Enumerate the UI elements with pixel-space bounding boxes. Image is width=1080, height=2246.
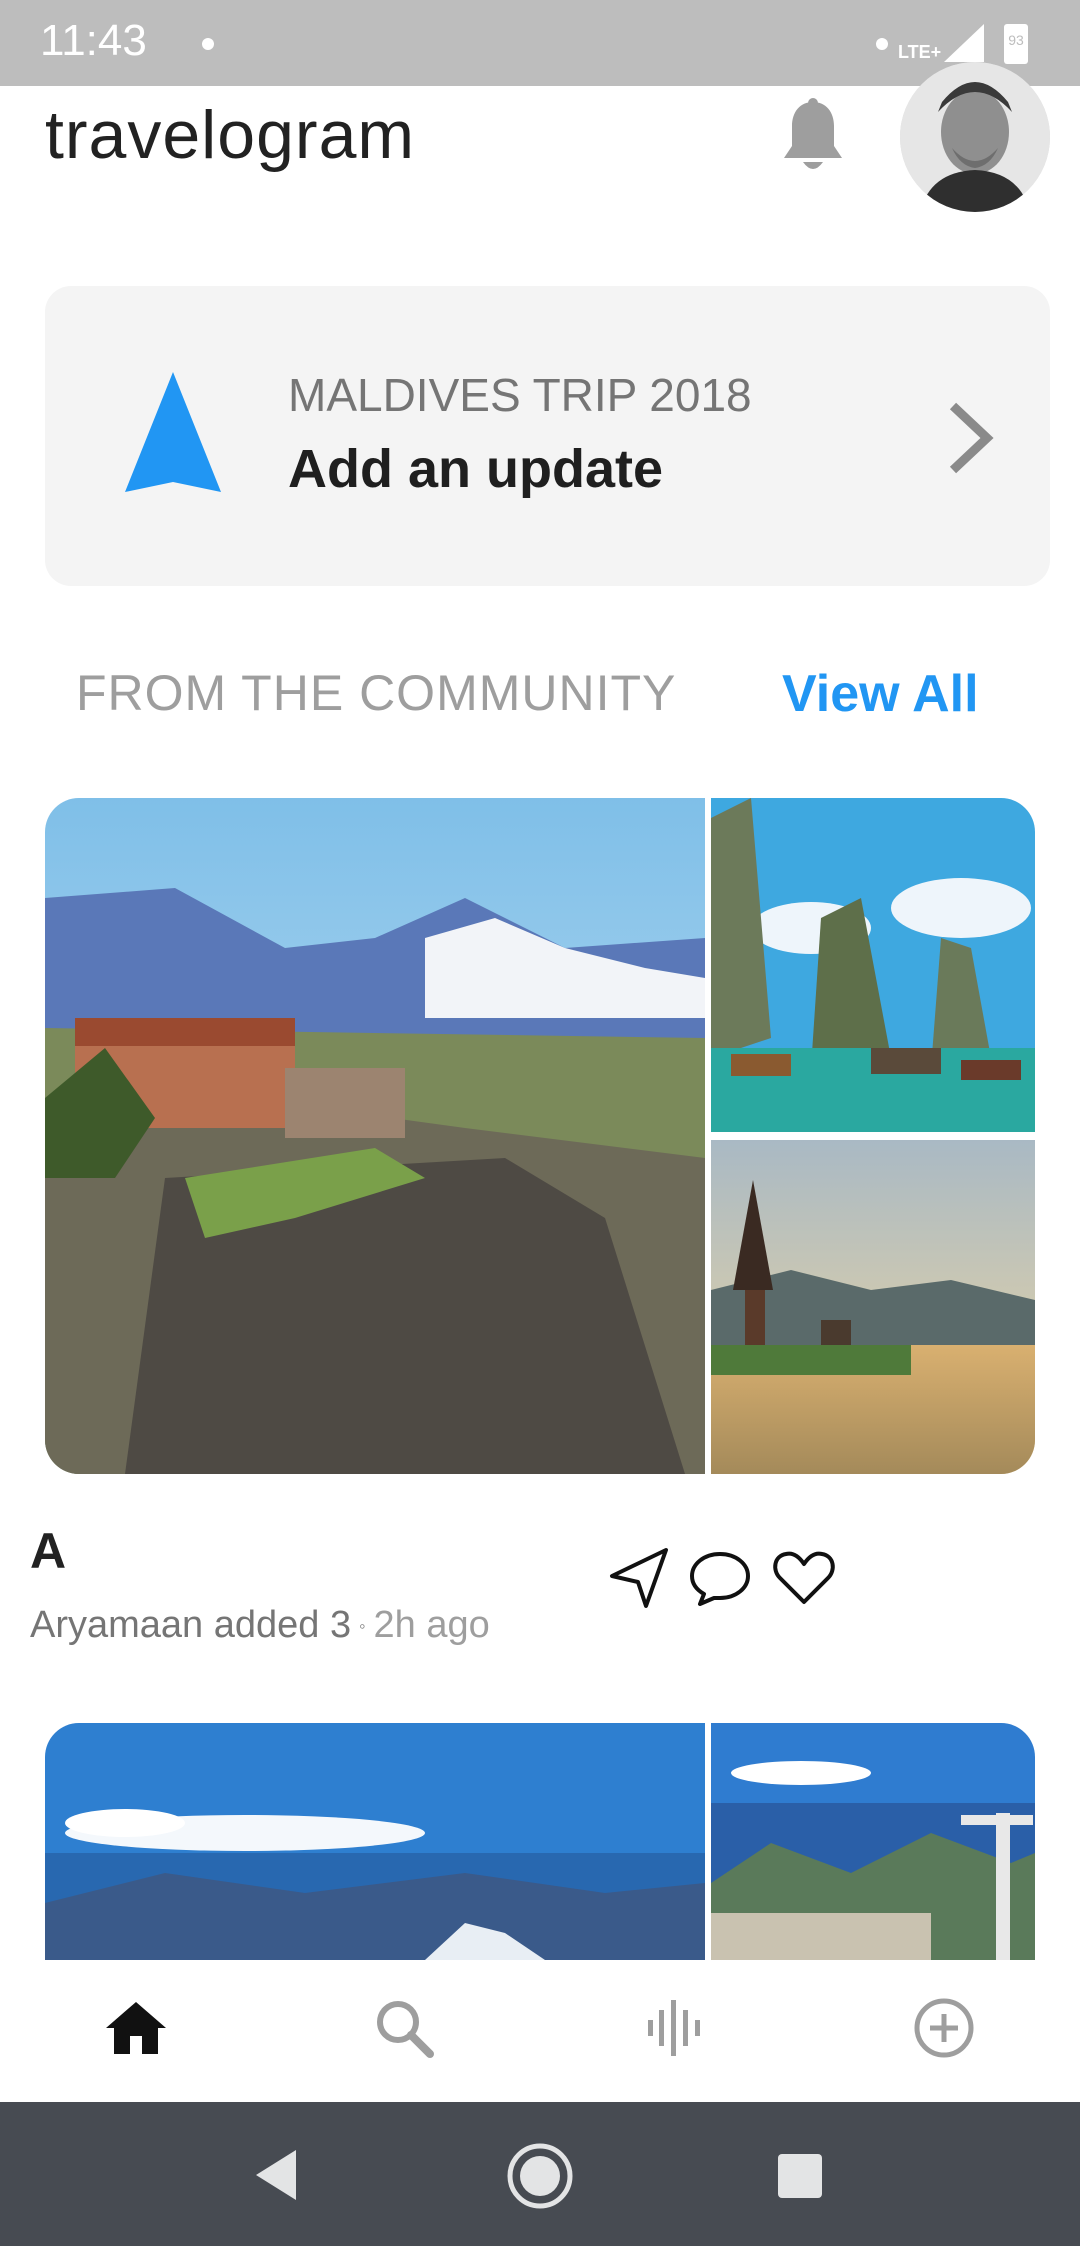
post-author-initial: A — [30, 1523, 67, 1579]
trip-update-card[interactable]: MALDIVES TRIP 2018 Add an update — [45, 286, 1050, 586]
back-button[interactable] — [252, 2148, 300, 2202]
avatar-image — [900, 62, 1050, 212]
like-icon[interactable] — [772, 1546, 836, 1610]
comment-icon[interactable] — [688, 1546, 752, 1610]
view-all-link[interactable]: View All — [782, 664, 979, 724]
meta-separator: ◦ — [359, 1616, 366, 1637]
post-time: 2h ago — [373, 1604, 490, 1646]
navigation-arrow-icon — [125, 372, 221, 492]
send-icon[interactable] — [606, 1546, 670, 1610]
add-circle-icon[interactable] — [912, 1996, 976, 2060]
trip-name: MALDIVES TRIP 2018 — [288, 369, 752, 421]
bell-icon[interactable] — [780, 98, 846, 178]
post-photo-collage[interactable] — [45, 798, 1035, 1474]
photo-rio-bay[interactable] — [45, 1723, 705, 1960]
post-meta: Aryamaan added 3 ◦ 2h ago — [30, 1604, 490, 1647]
status-time: 11:43 — [40, 16, 147, 65]
signal-icon — [944, 24, 984, 62]
search-icon[interactable] — [372, 1996, 436, 2060]
avatar[interactable] — [900, 62, 1050, 212]
photo-temple-lake[interactable] — [711, 1140, 1035, 1474]
post-photo-collage-2[interactable] — [45, 1723, 1035, 1960]
home-icon[interactable] — [104, 1996, 168, 2060]
battery-icon: 93 — [1004, 24, 1028, 64]
notification-dot — [202, 38, 214, 50]
photo-monastery[interactable] — [45, 798, 705, 1474]
recents-button[interactable] — [776, 2152, 824, 2200]
app-brand: travelogram — [45, 97, 416, 173]
home-button[interactable] — [506, 2142, 574, 2210]
network-type: LTE+ — [898, 42, 942, 62]
photo-halong-bay[interactable] — [711, 798, 1035, 1132]
post-author-text: Aryamaan added 3 — [30, 1604, 352, 1646]
photo-christ-redeemer[interactable] — [711, 1723, 1035, 1960]
status-bar: 11:43 LTE+ 93 — [0, 0, 1080, 86]
activity-icon[interactable] — [642, 1996, 706, 2060]
network-dot — [876, 38, 888, 50]
add-update-label: Add an update — [288, 439, 663, 499]
bottom-navigation — [0, 1960, 1080, 2102]
battery-level: 93 — [1008, 32, 1024, 48]
section-title: FROM THE COMMUNITY — [76, 665, 677, 721]
system-navigation-bar — [0, 2102, 1080, 2246]
chevron-right-icon — [949, 402, 994, 474]
